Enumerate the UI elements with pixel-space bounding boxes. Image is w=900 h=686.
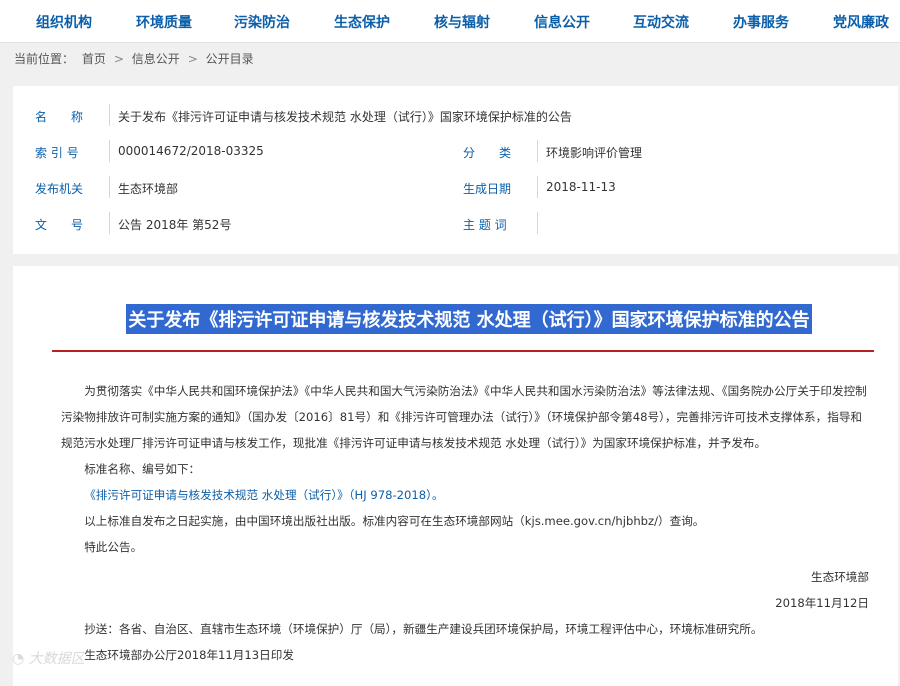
meta-issuer-label: 发布机关: [35, 182, 84, 196]
title-divider: [52, 350, 874, 352]
sign-date: 2018年11月12日: [775, 596, 869, 610]
meta-issuer-value: 生态环境部: [118, 182, 179, 196]
article-paragraph: 以上标准自发布之日起实施，由中国环境出版社出版。标准内容可在生态环境部网站（kj…: [84, 514, 705, 528]
meta-divider: [537, 176, 538, 198]
signer: 生态环境部: [811, 570, 869, 584]
main-nav: 组织机构 环境质量 污染防治 生态保护 核与辐射 信息公开 互动交流 办事服务 …: [0, 0, 900, 43]
nav-item-service[interactable]: 办事服务: [733, 12, 789, 32]
article-body: 为贯彻落实《中华人民共和国环境保护法》《中华人民共和国大气污染防治法》《中华人民…: [61, 378, 869, 668]
metadata-panel: 名 称 关于发布《排污许可证申请与核发技术规范 水处理（试行）》国家环境保护标准…: [13, 86, 898, 254]
article-paragraph: 特此公告。: [84, 540, 143, 554]
meta-index-label: 索 引 号: [35, 146, 79, 160]
meta-category-value: 环境影响评价管理: [546, 146, 643, 160]
meta-row-issuer: 发布机关 生态环境部 生成日期 2018-11-13: [13, 170, 898, 204]
meta-docno-value: 公告 2018年 第52号: [118, 218, 232, 232]
article-paragraph: 标准名称、编号如下：: [84, 462, 201, 476]
meta-subject-label: 主 题 词: [463, 218, 507, 232]
breadcrumb-info[interactable]: 信息公开: [132, 52, 180, 66]
breadcrumb-sep: >: [187, 52, 198, 66]
breadcrumb: 当前位置： 首页 > 信息公开 > 公开目录: [14, 50, 258, 67]
breadcrumb-sep: >: [113, 52, 124, 66]
nav-item-env-quality[interactable]: 环境质量: [136, 12, 192, 32]
cc-list: 抄送：各省、自治区、直辖市生态环境（环境保护）厅（局），新疆生产建设兵团环境保护…: [84, 622, 763, 636]
nav-item-nuclear[interactable]: 核与辐射: [434, 12, 490, 32]
meta-date-label: 生成日期: [463, 182, 512, 196]
nav-item-org[interactable]: 组织机构: [36, 12, 92, 32]
meta-divider: [537, 212, 538, 234]
nav-item-eco[interactable]: 生态保护: [334, 12, 390, 32]
meta-index-value: 000014672/2018-03325: [118, 144, 264, 158]
watermark-text: 大数据区: [28, 651, 85, 667]
article: 关于发布《排污许可证申请与核发技术规范 水处理（试行）》国家环境保护标准的公告 …: [13, 266, 898, 686]
article-title-wrap: 关于发布《排污许可证申请与核发技术规范 水处理（试行）》国家环境保护标准的公告: [59, 304, 879, 334]
meta-row-index: 索 引 号 000014672/2018-03325 分 类 环境影响评价管理: [13, 134, 898, 168]
breadcrumb-home[interactable]: 首页: [82, 52, 106, 66]
meta-name-label: 名 称: [35, 110, 84, 124]
article-title[interactable]: 关于发布《排污许可证申请与核发技术规范 水处理（试行）》国家环境保护标准的公告: [126, 304, 812, 334]
nav-item-pollution[interactable]: 污染防治: [234, 12, 290, 32]
watermark-icon: ◔: [12, 651, 25, 667]
breadcrumb-catalog[interactable]: 公开目录: [206, 52, 254, 66]
nav-item-interact[interactable]: 互动交流: [633, 12, 689, 32]
meta-divider: [109, 212, 110, 234]
meta-date-value: 2018-11-13: [546, 180, 616, 194]
meta-divider: [109, 104, 110, 126]
nav-item-info[interactable]: 信息公开: [534, 12, 590, 32]
meta-divider: [109, 140, 110, 162]
meta-divider: [537, 140, 538, 162]
meta-docno-label: 文 号: [35, 218, 84, 232]
meta-name-value: 关于发布《排污许可证申请与核发技术规范 水处理（试行）》国家环境保护标准的公告: [118, 110, 572, 124]
meta-row-name: 名 称 关于发布《排污许可证申请与核发技术规范 水处理（试行）》国家环境保护标准…: [13, 98, 898, 132]
watermark: ◔ 大数据区: [12, 648, 85, 668]
breadcrumb-label: 当前位置：: [14, 52, 75, 66]
meta-row-docno: 文 号 公告 2018年 第52号 主 题 词: [13, 206, 898, 240]
nav-item-party[interactable]: 党风廉政: [833, 12, 889, 32]
standard-link[interactable]: 《排污许可证申请与核发技术规范 水处理（试行）》（HJ 978-2018）。: [61, 482, 869, 508]
meta-category-label: 分 类: [463, 146, 512, 160]
meta-divider: [109, 176, 110, 198]
article-paragraph: 为贯彻落实《中华人民共和国环境保护法》《中华人民共和国大气污染防治法》《中华人民…: [61, 384, 867, 450]
print-note: 生态环境部办公厅2018年11月13日印发: [84, 648, 294, 662]
